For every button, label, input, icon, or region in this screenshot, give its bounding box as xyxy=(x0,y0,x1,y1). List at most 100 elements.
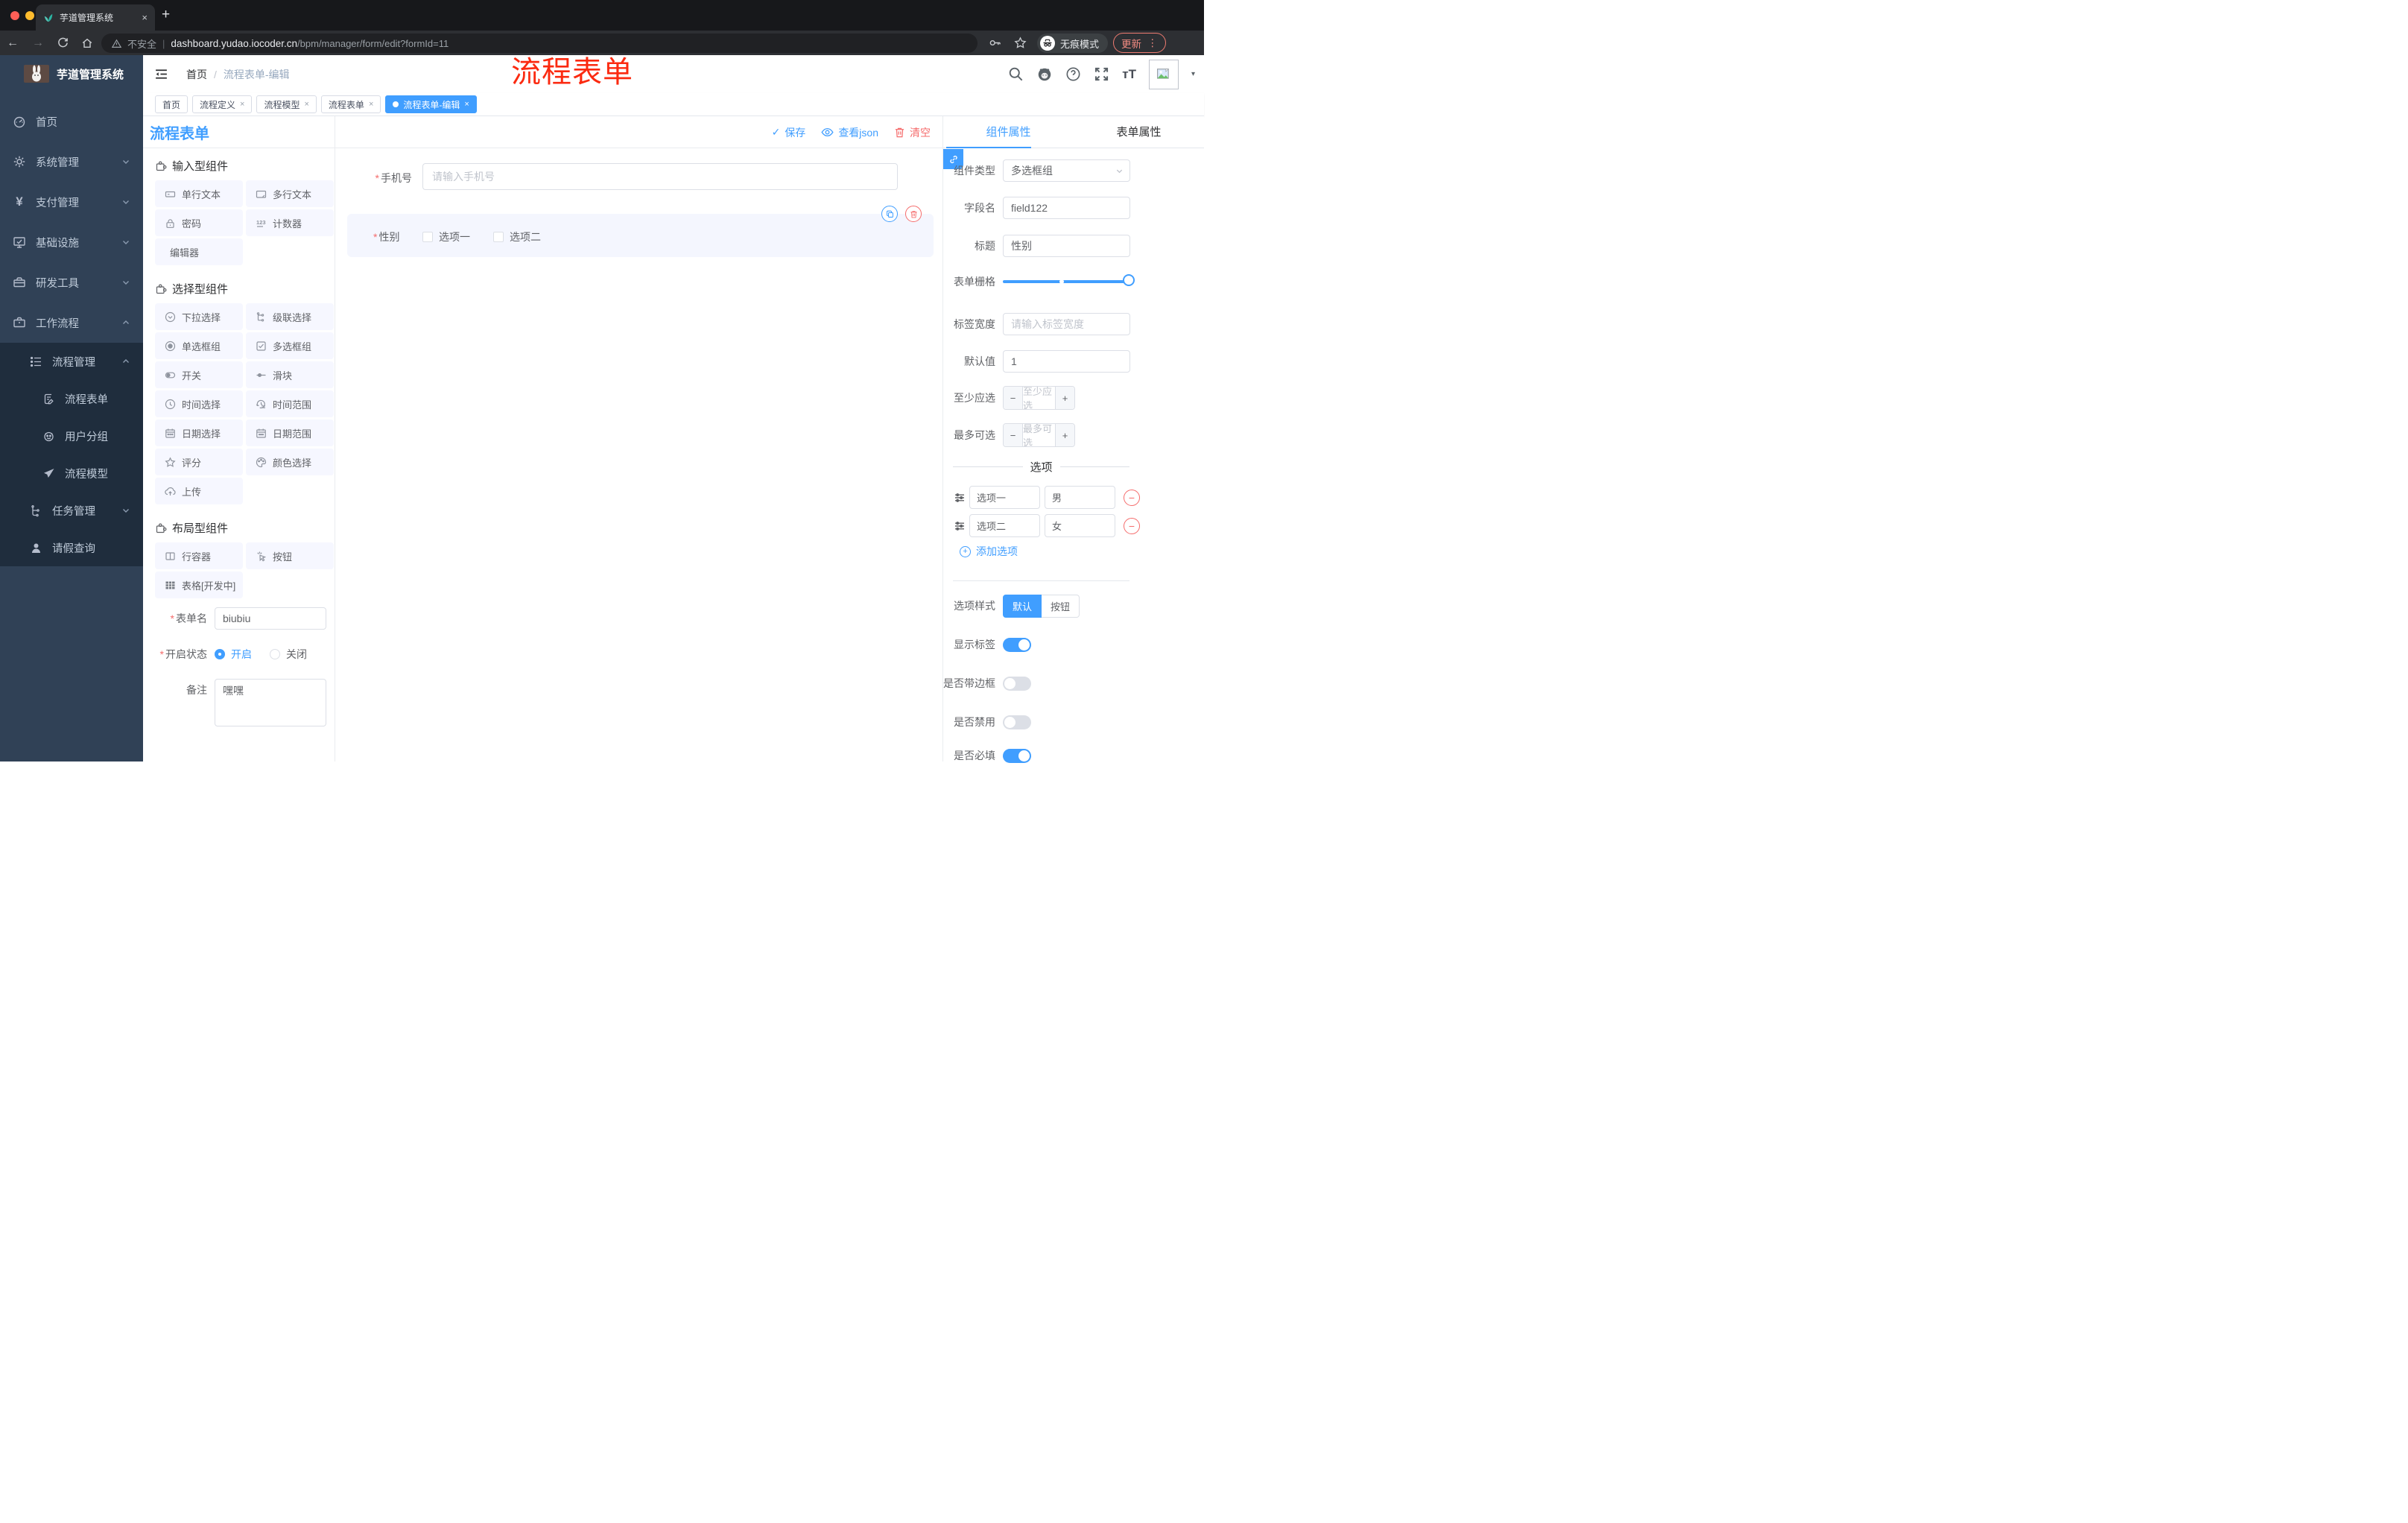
field-name-input[interactable] xyxy=(1003,197,1130,219)
update-button[interactable]: 更新 ⋮ xyxy=(1113,33,1166,53)
show-label-toggle[interactable] xyxy=(1003,638,1031,652)
option2-label-input[interactable] xyxy=(969,514,1040,537)
gender-option1-checkbox[interactable]: 选项一 xyxy=(422,229,470,244)
new-tab-button[interactable]: + xyxy=(162,7,170,23)
component-date-picker[interactable]: 日期选择 xyxy=(155,419,243,446)
gender-option2-checkbox[interactable]: 选项二 xyxy=(493,229,541,244)
close-tab-icon[interactable]: × xyxy=(304,100,308,109)
breadcrumb-home[interactable]: 首页 xyxy=(186,67,207,82)
close-tab-icon[interactable]: × xyxy=(142,12,148,23)
tab-form-props[interactable]: 表单属性 xyxy=(1074,116,1204,148)
close-tab-icon[interactable]: × xyxy=(369,100,373,109)
bookmark-star-button[interactable] xyxy=(1014,31,1027,55)
sidebar-item-system[interactable]: 系统管理 xyxy=(0,142,143,182)
component-counter[interactable]: 123 计数器 xyxy=(246,209,334,236)
component-cascader[interactable]: 级联选择 xyxy=(246,303,334,330)
option1-value-input[interactable] xyxy=(1045,486,1115,509)
option2-value-input[interactable] xyxy=(1045,514,1115,537)
add-option-button[interactable]: + 添加选项 xyxy=(960,544,1018,559)
remove-option1-button[interactable]: − xyxy=(1124,489,1140,506)
form-grid-slider[interactable] xyxy=(1003,270,1135,293)
sidebar-item-process-model[interactable]: 流程模型 xyxy=(0,455,143,492)
sidebar-item-payment[interactable]: ¥ 支付管理 xyxy=(0,182,143,222)
component-time-range[interactable]: 时间范围 xyxy=(246,390,334,417)
sidebar-item-workflow[interactable]: 工作流程 xyxy=(0,303,143,343)
component-single-line-text[interactable]: 单行文本 xyxy=(155,180,243,207)
component-button[interactable]: 按钮 xyxy=(246,542,334,569)
component-upload[interactable]: 上传 xyxy=(155,478,243,504)
form-remark-textarea[interactable]: 嘿嘿 xyxy=(215,679,326,726)
clear-button[interactable]: 清空 xyxy=(894,125,931,140)
search-icon[interactable] xyxy=(1008,66,1024,82)
sidebar-item-devtools[interactable]: 研发工具 xyxy=(0,262,143,303)
component-row-container[interactable]: 行容器 xyxy=(155,542,243,569)
component-password[interactable]: 密码 xyxy=(155,209,243,236)
increase-button[interactable]: + xyxy=(1055,387,1074,409)
slider-track[interactable] xyxy=(1003,280,1128,283)
help-button[interactable] xyxy=(1065,66,1081,82)
avatar-caret-icon[interactable]: ▾ xyxy=(1191,70,1195,78)
status-on-radio[interactable]: 开启 xyxy=(215,647,252,662)
status-off-radio[interactable]: 关闭 xyxy=(270,647,307,662)
forward-button[interactable]: → xyxy=(32,31,44,55)
phone-field-input[interactable] xyxy=(422,163,898,190)
sidebar-item-user-group[interactable]: 用户分组 xyxy=(0,417,143,455)
max-select-value[interactable]: 最多可选 xyxy=(1023,424,1055,446)
back-button[interactable]: ← xyxy=(7,31,19,55)
checkbox-box[interactable] xyxy=(493,232,504,242)
component-slider[interactable]: 滑块 xyxy=(246,361,334,388)
increase-button[interactable]: + xyxy=(1055,424,1074,446)
component-time-picker[interactable]: 时间选择 xyxy=(155,390,243,417)
tab-component-props[interactable]: 组件属性 xyxy=(943,116,1074,148)
component-table-dev[interactable]: 表格[开发中] xyxy=(155,571,243,598)
close-tab-icon[interactable]: × xyxy=(464,100,469,109)
remove-option2-button[interactable]: − xyxy=(1124,517,1140,534)
min-select-value[interactable]: 至少应选 xyxy=(1023,387,1055,409)
view-json-button[interactable]: 查看json xyxy=(821,125,878,140)
slider-handle[interactable] xyxy=(1123,274,1135,286)
browser-tab[interactable]: 芋道管理系统 × xyxy=(36,4,155,31)
sidebar-item-home[interactable]: 首页 xyxy=(0,101,143,142)
selected-component-gender[interactable]: * 性别 选项一 选项二 xyxy=(347,206,934,257)
sidebar-item-task-mgmt[interactable]: 任务管理 xyxy=(0,492,143,529)
option1-label-input[interactable] xyxy=(969,486,1040,509)
save-button[interactable]: ✓ 保存 xyxy=(772,125,806,140)
title-input[interactable] xyxy=(1003,235,1130,257)
browser-menu-kebab-icon[interactable]: ⋮ xyxy=(1147,37,1158,49)
component-multi-line-text[interactable]: 多行文本 xyxy=(246,180,334,207)
page-tab-home[interactable]: 首页 xyxy=(155,95,188,113)
component-color-picker[interactable]: 颜色选择 xyxy=(246,449,334,475)
component-switch[interactable]: 开关 xyxy=(155,361,243,388)
label-width-input[interactable] xyxy=(1003,313,1130,335)
password-key-button[interactable] xyxy=(989,31,1001,55)
collapse-menu-button[interactable] xyxy=(154,67,168,81)
page-tab-process-definition[interactable]: 流程定义 × xyxy=(192,95,253,113)
sidebar-item-process-form[interactable]: 流程表单 xyxy=(0,380,143,417)
close-tab-icon[interactable]: × xyxy=(240,100,244,109)
component-checkbox-group[interactable]: 多选框组 xyxy=(246,332,334,359)
fullscreen-icon[interactable] xyxy=(1094,66,1109,82)
component-date-range[interactable]: 日期范围 xyxy=(246,419,334,446)
page-tab-process-form-edit[interactable]: 流程表单-编辑 × xyxy=(385,95,477,113)
drag-handle-icon[interactable] xyxy=(954,521,965,531)
form-name-input[interactable] xyxy=(215,607,326,630)
component-type-select[interactable]: 多选框组 xyxy=(1003,159,1130,182)
decrease-button[interactable]: − xyxy=(1004,424,1023,446)
border-toggle[interactable] xyxy=(1003,677,1031,691)
component-dropdown[interactable]: 下拉选择 xyxy=(155,303,243,330)
style-default-button[interactable]: 默认 xyxy=(1003,595,1042,618)
avatar[interactable] xyxy=(1148,59,1179,89)
drag-handle-icon[interactable] xyxy=(954,493,965,503)
delete-component-button[interactable] xyxy=(905,206,922,222)
close-window-button[interactable] xyxy=(10,11,19,20)
github-icon[interactable] xyxy=(1036,66,1053,83)
minimize-window-button[interactable] xyxy=(25,11,34,20)
decrease-button[interactable]: − xyxy=(1004,387,1023,409)
home-button[interactable] xyxy=(81,31,93,55)
default-value-input[interactable] xyxy=(1003,350,1130,373)
reload-button[interactable] xyxy=(57,31,69,55)
component-radio-group[interactable]: 单选框组 xyxy=(155,332,243,359)
page-tab-process-form[interactable]: 流程表单 × xyxy=(320,95,381,113)
page-tab-process-model[interactable]: 流程模型 × xyxy=(256,95,317,113)
sidebar-item-process-mgmt[interactable]: 流程管理 xyxy=(0,343,143,380)
